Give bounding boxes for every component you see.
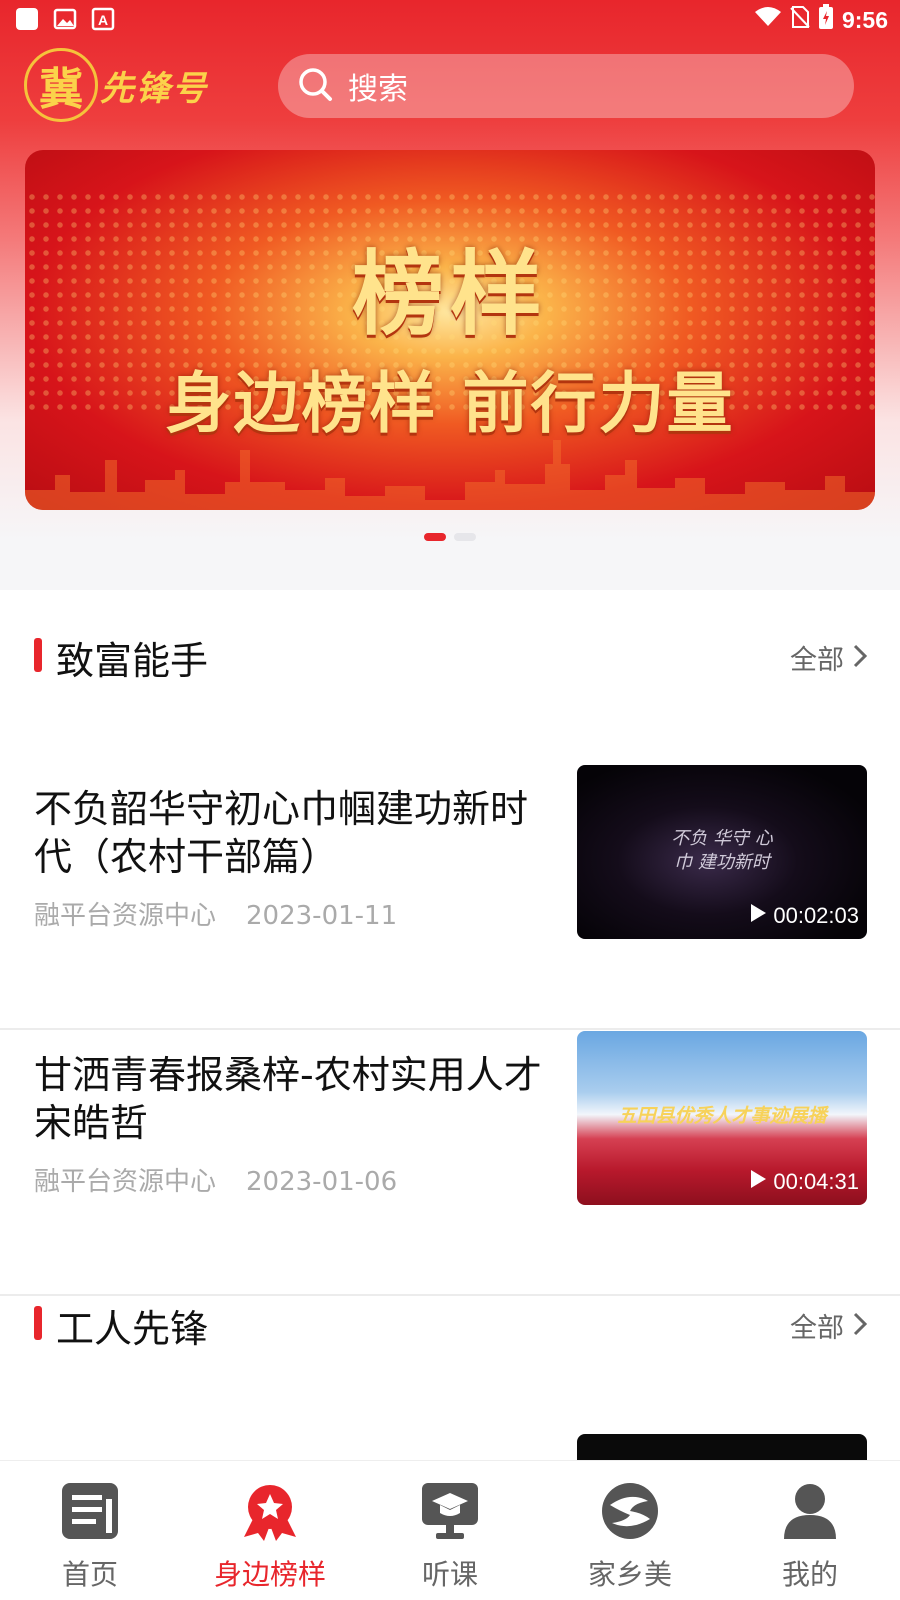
video-thumbnail-partial[interactable] [577,1434,867,1460]
tab-label: 我的 [781,1558,838,1591]
svg-text:A: A [98,12,108,28]
font-notification-icon: A [90,6,116,32]
section-accent-bar [34,1306,42,1340]
promo-banner[interactable]: 榜样 身边榜样 前行力量 [25,150,875,510]
user-icon [780,1481,840,1541]
tab-hometown[interactable]: 家乡美 [540,1461,720,1600]
article-meta: 融平台资源中心 2023-01-11 [34,895,397,932]
article-date: 2023-01-06 [246,1167,398,1197]
app-header: 冀 先锋号 搜索 [0,45,900,125]
article-item[interactable]: 不负韶华守初心巾帼建功新时代（农村干部篇） 融平台资源中心 2023-01-11 … [0,765,900,1030]
tab-label: 首页 [61,1558,118,1591]
thumbnail-caption: 五田县优秀人才事迹展播 [617,1105,827,1127]
play-icon [749,903,767,929]
article-source: 融平台资源中心 [34,901,217,931]
chevron-right-icon [852,1311,868,1341]
pager-dot-active[interactable] [424,533,446,541]
tab-label: 家乡美 [587,1558,672,1591]
video-thumbnail[interactable]: 不负 华守 心 巾 建功新时 00:02:03 [577,765,867,939]
article-source: 融平台资源中心 [34,1167,217,1197]
tab-lectures[interactable]: 听课 [360,1461,540,1600]
logo-text: 先锋号 [100,68,208,109]
hometown-icon [600,1481,660,1541]
view-all-button[interactable]: 全部 [790,638,868,677]
app-logo[interactable]: 冀 先锋号 [24,45,234,125]
section-accent-bar [34,638,42,672]
article-item[interactable]: 甘洒青春报桑梓-农村实用人才宋皓哲 融平台资源中心 2023-01-06 五田县优… [0,1031,900,1296]
banner-subtitle: 身边榜样 前行力量 [165,365,735,442]
logo-seal: 冀 [24,48,98,122]
tab-role-models[interactable]: 身边榜样 [180,1461,360,1600]
play-icon [749,1169,767,1195]
search-icon [296,65,334,107]
wifi-icon [754,6,782,34]
medal-icon [240,1481,300,1541]
tab-mine[interactable]: 我的 [720,1461,900,1600]
duration-text: 00:04:31 [773,1169,859,1194]
section-header-worker-pioneers: 工人先锋 全部 [0,1292,900,1352]
status-bar: A 9:56 [0,0,900,38]
video-duration: 00:02:03 [749,903,859,929]
status-time: 9:56 [841,6,888,33]
no-sim-icon [790,5,810,35]
tab-label: 身边榜样 [213,1558,326,1591]
tab-label: 听课 [421,1558,478,1591]
app-notification-icon [14,6,40,32]
section-title: 致富能手 [56,639,209,683]
search-placeholder: 搜索 [348,72,408,107]
view-all-label: 全部 [790,645,844,676]
view-all-label: 全部 [790,1313,844,1344]
article-title: 甘洒青春报桑梓-农村实用人才宋皓哲 [34,1053,542,1145]
duration-text: 00:02:03 [773,903,859,928]
chevron-right-icon [852,643,868,673]
tab-home[interactable]: 首页 [0,1461,180,1600]
article-title: 不负韶华守初心巾帼建功新时代（农村干部篇） [34,787,529,879]
section-header-wealth-leaders: 致富能手 全部 [0,624,900,684]
video-duration: 00:04:31 [749,1169,859,1195]
search-bar[interactable]: 搜索 [278,54,854,118]
video-thumbnail[interactable]: 五田县优秀人才事迹展播 00:04:31 [577,1031,867,1205]
pager-dot[interactable] [454,533,476,541]
thumbnail-caption: 不负 华守 心 巾 建功新时 [671,828,773,873]
banner-pager [0,533,900,541]
lecture-icon [420,1481,480,1541]
bottom-tab-bar: 首页 身边榜样 听课 家乡美 我的 [0,1460,900,1600]
article-date: 2023-01-11 [246,901,398,931]
section-title: 工人先锋 [56,1307,209,1351]
view-all-button[interactable]: 全部 [790,1306,868,1345]
article-meta: 融平台资源中心 2023-01-06 [34,1161,397,1198]
image-notification-icon [52,6,78,32]
news-icon [60,1481,120,1541]
banner-title: 榜样 [351,241,548,348]
battery-icon [818,4,834,36]
